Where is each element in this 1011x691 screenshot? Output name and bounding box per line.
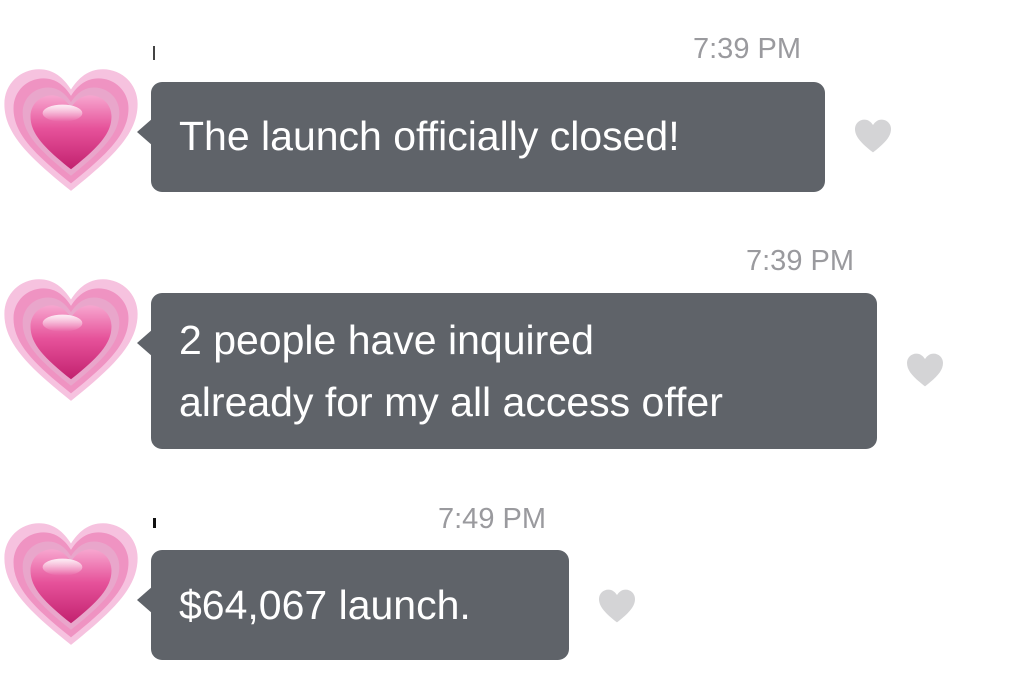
cursor-mark — [153, 518, 156, 528]
message-timestamp: 7:39 PM — [746, 245, 854, 277]
growing-heart-emoji-avatar — [4, 279, 138, 401]
message-timestamp: 7:49 PM — [438, 503, 546, 535]
message-bubble[interactable]: $64,067 launch. — [137, 550, 569, 660]
message-bubble[interactable]: The launch officially closed! — [137, 82, 825, 192]
message-timestamp: 7:39 PM — [693, 33, 801, 65]
message-bubble[interactable]: 2 people have inquired already for my al… — [137, 293, 877, 449]
message-text: $64,067 launch. — [179, 582, 471, 628]
cursor-mark — [153, 46, 155, 60]
growing-heart-emoji-avatar — [4, 523, 138, 645]
heart-icon[interactable] — [905, 352, 945, 388]
heart-icon[interactable] — [853, 118, 893, 154]
growing-heart-emoji-avatar — [4, 69, 138, 191]
message-text: The launch officially closed! — [179, 113, 680, 159]
message-text: 2 people have inquired already for my al… — [179, 317, 723, 425]
heart-icon[interactable] — [597, 588, 637, 624]
